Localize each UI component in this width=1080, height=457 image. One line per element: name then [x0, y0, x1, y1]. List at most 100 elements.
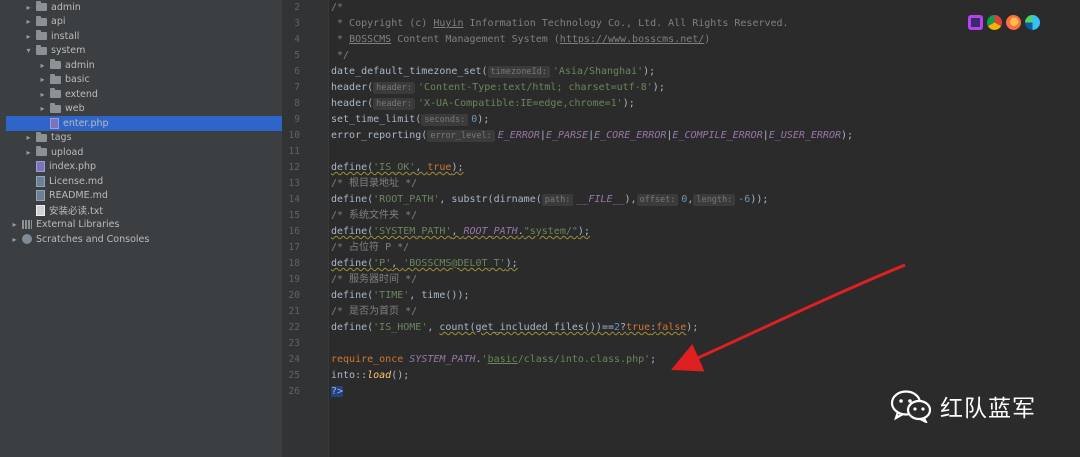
line-number: 11: [288, 146, 300, 157]
tree-item-label: basic: [65, 74, 90, 86]
chevron-right-icon[interactable]: ▸: [24, 133, 33, 142]
tree-item[interactable]: License.md: [24, 174, 103, 189]
chevron-right-icon[interactable]: ▸: [38, 75, 47, 84]
tree-item[interactable]: index.php: [24, 160, 96, 175]
browser-preview-icons: [968, 15, 1040, 30]
code-line-13: /* 根目录地址 */: [331, 178, 418, 189]
tree-item[interactable]: ▸ extend: [38, 87, 98, 102]
code-line-6: date_default_timezone_set(timezoneId: 'As…: [331, 66, 656, 78]
parameter-hint: error_level:: [427, 130, 495, 142]
phpstorm-icon[interactable]: [968, 15, 983, 30]
tree-item[interactable]: README.md: [24, 189, 108, 204]
tree-item-label: License.md: [49, 175, 104, 187]
tree-item[interactable]: ▸ tags: [24, 131, 72, 146]
folder-icon: [50, 102, 61, 113]
tree-item-label: admin: [51, 1, 81, 13]
code-line-3: * Copyright (c) Huyin Information Techno…: [331, 18, 789, 29]
code-line-26: ?>: [331, 386, 344, 397]
tree-item[interactable]: ▸ api: [24, 15, 66, 30]
tree-item[interactable]: 安装必读.txt: [24, 203, 103, 218]
line-number: 19: [288, 274, 300, 285]
tree-item-label: extend: [65, 88, 98, 100]
tree-item[interactable]: ▸ upload: [24, 145, 83, 160]
tree-item-label: tags: [51, 132, 72, 144]
line-number: 5: [294, 50, 300, 61]
chevron-right-icon[interactable]: ▸: [10, 220, 19, 229]
php-file-icon: [36, 161, 45, 173]
chevron-right-icon[interactable]: ▸: [38, 90, 47, 99]
firefox-icon[interactable]: [1006, 15, 1021, 30]
chevron-right-icon[interactable]: ▸: [24, 3, 33, 12]
parameter-hint: seconds:: [421, 114, 469, 126]
chevron-right-icon[interactable]: ▸: [24, 148, 33, 157]
code-line-8: header(header: 'X-UA-Compatible:IE=edge,c…: [331, 98, 635, 110]
line-number: 9: [294, 114, 300, 125]
tree-item-label: admin: [65, 59, 95, 71]
code-line-16: define('SYSTEM_PATH', ROOT_PATH."system/…: [331, 226, 590, 237]
chevron-right-icon[interactable]: ▸: [10, 235, 19, 244]
line-number: 24: [288, 354, 300, 365]
tree-item[interactable]: ▾ system: [24, 44, 85, 59]
tree-item-label: README.md: [49, 190, 108, 202]
line-number: 13: [288, 178, 300, 189]
watermark-text: 红队蓝军: [940, 396, 1036, 422]
line-number: 6: [294, 66, 300, 77]
tree-item[interactable]: ▸ basic: [38, 73, 90, 88]
code-line-19: /* 服务器时间 */: [331, 274, 418, 285]
line-number: 8: [294, 98, 300, 109]
chrome-icon[interactable]: [987, 15, 1002, 30]
chevron-right-icon[interactable]: ▸: [38, 61, 47, 70]
line-number: 12: [288, 162, 300, 173]
tree-item-label: index.php: [49, 161, 97, 173]
line-number: 20: [288, 290, 300, 301]
edge-icon[interactable]: [1025, 15, 1040, 30]
code-line-22: define('IS_HOME', count(get_included_fil…: [331, 322, 699, 333]
tree-item-label: 安装必读.txt: [49, 206, 104, 218]
wechat-icon: [890, 390, 932, 423]
scratches-icon: [22, 234, 32, 245]
parameter-hint: path:: [541, 194, 574, 206]
tree-item[interactable]: ▸ admin: [24, 0, 81, 15]
code-line-9: set_time_limit(seconds: 0);: [331, 114, 490, 126]
line-number: 21: [288, 306, 300, 317]
tree-item[interactable]: ▸ External Libraries: [10, 218, 119, 233]
code-line-18: define('P', 'BOSSCMS@DEL0T_T');: [331, 258, 518, 269]
tree-item[interactable]: ▸ Scratches and Consoles: [10, 232, 149, 247]
code-line-5: */: [331, 50, 350, 61]
library-icon: [22, 220, 32, 230]
code-line-7: header(header: 'Content-Type:text/html; c…: [331, 82, 665, 94]
tree-item[interactable]: ▸ web: [38, 102, 85, 117]
php-file-icon: [50, 117, 59, 129]
code-line-2: /*: [331, 2, 344, 13]
folder-icon: [50, 88, 61, 99]
chevron-down-icon[interactable]: ▾: [24, 46, 33, 55]
chevron-right-icon[interactable]: ▸: [24, 17, 33, 26]
tree-item[interactable]: ▸ install: [24, 29, 79, 44]
tree-item-label: install: [51, 30, 80, 42]
line-number: 3: [294, 18, 300, 29]
code-line-24: require_once SYSTEM_PATH.'basic/class/in…: [331, 354, 657, 365]
folder-icon: [36, 44, 47, 55]
line-number: 2: [294, 2, 300, 13]
tree-item[interactable]: enter.php: [6, 116, 282, 131]
tree-item-label: web: [65, 103, 85, 115]
tree-item-label: Scratches and Consoles: [36, 233, 150, 245]
tree-item-label: External Libraries: [36, 219, 120, 231]
code-line-10: error_reporting(error_level: E_ERROR|E_PA…: [331, 130, 854, 142]
code-line-20: define('TIME', time());: [331, 290, 470, 301]
text-file-icon: [36, 204, 45, 216]
code-line-12: define('IS_OK', true);: [331, 162, 464, 173]
tree-item[interactable]: ▸ admin: [38, 58, 95, 73]
parameter-hint: header:: [373, 82, 415, 94]
line-number: 22: [288, 322, 300, 333]
folder-icon: [50, 73, 61, 84]
line-number: 4: [294, 34, 300, 45]
folder-icon: [36, 131, 47, 142]
chevron-right-icon[interactable]: ▸: [24, 32, 33, 41]
parameter-hint: offset:: [636, 194, 679, 206]
parameter-hint: length:: [693, 194, 736, 206]
folder-icon: [36, 30, 47, 41]
code-line-4: * BOSSCMS Content Management System (htt…: [331, 34, 711, 45]
code-line-14: define('ROOT_PATH', substr(dirname(path:…: [331, 194, 769, 206]
chevron-right-icon[interactable]: ▸: [38, 104, 47, 113]
